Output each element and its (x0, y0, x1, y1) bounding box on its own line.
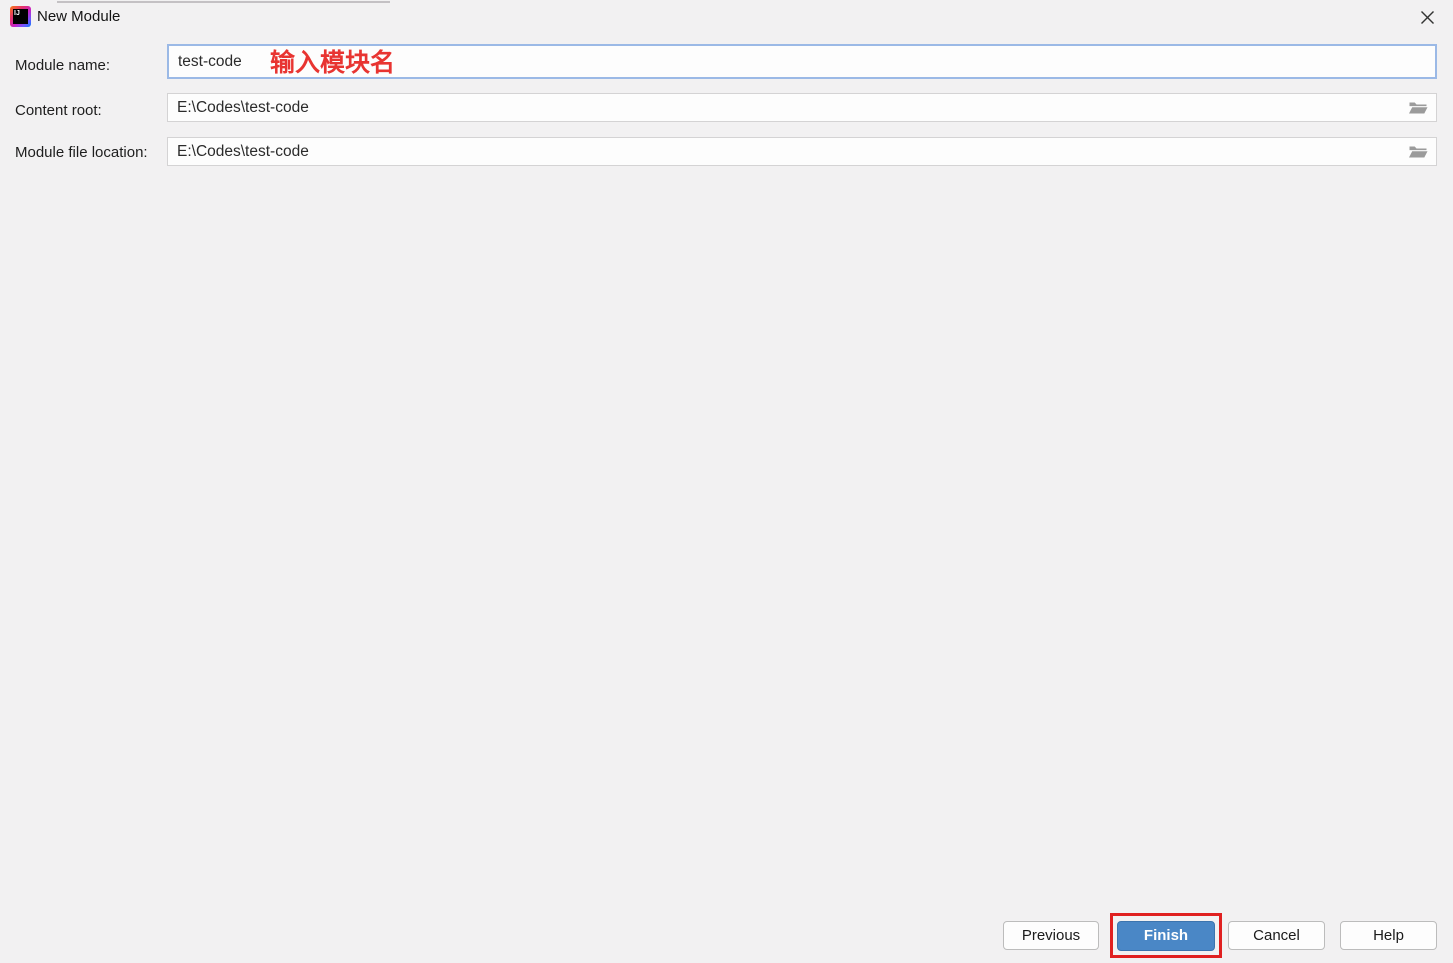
finish-annotation-highlight: Finish (1110, 913, 1222, 958)
content-root-browse-button[interactable] (1404, 94, 1436, 121)
module-name-label: Module name: (15, 57, 111, 74)
cancel-button[interactable]: Cancel (1228, 921, 1325, 950)
content-root-label: Content root: (15, 102, 102, 119)
module-name-input[interactable] (169, 46, 1435, 77)
content-root-field (167, 93, 1437, 122)
content-root-input[interactable] (168, 94, 1404, 121)
module-file-location-label: Module file location: (15, 144, 148, 161)
close-button[interactable] (1412, 4, 1442, 30)
folder-open-icon (1409, 146, 1428, 158)
new-module-dialog: IJ New Module Module name: 输入模块名 Content… (0, 0, 1453, 963)
intellij-logo-letters: IJ (13, 9, 28, 24)
module-file-location-browse-button[interactable] (1404, 138, 1436, 165)
finish-button[interactable]: Finish (1117, 920, 1215, 951)
help-button[interactable]: Help (1340, 921, 1437, 950)
module-name-field: 输入模块名 (167, 44, 1437, 79)
module-file-location-field (167, 137, 1437, 166)
titlebar: IJ New Module (0, 0, 1453, 34)
close-icon (1420, 10, 1434, 24)
folder-open-icon (1409, 102, 1428, 114)
window-title: New Module (37, 8, 121, 25)
intellij-idea-logo-icon: IJ (10, 6, 31, 27)
previous-button[interactable]: Previous (1003, 921, 1099, 950)
module-file-location-input[interactable] (168, 138, 1404, 165)
